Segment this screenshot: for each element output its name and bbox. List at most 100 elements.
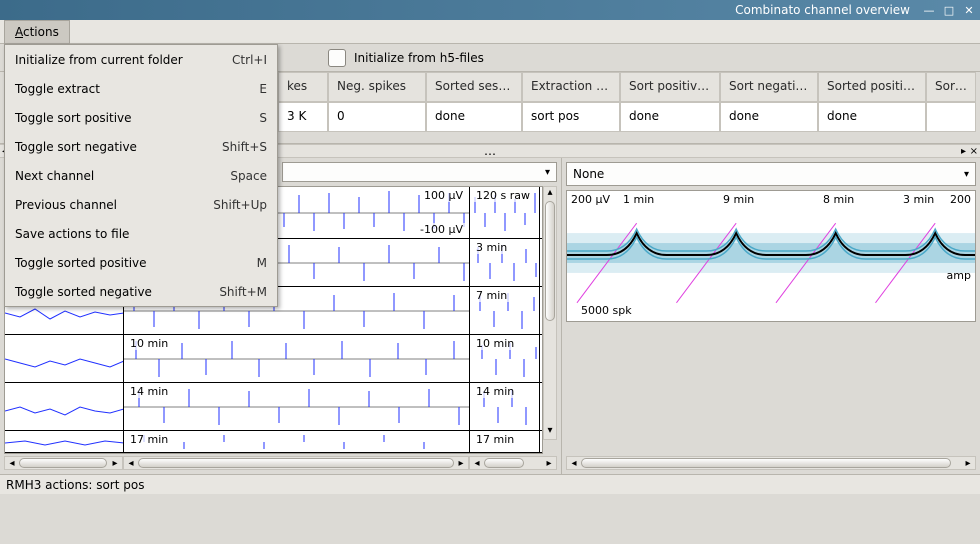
td-sort-negative: done — [720, 102, 818, 132]
uv-label-neg: -100 µV — [418, 223, 465, 236]
chevron-down-icon[interactable]: ▾ — [544, 425, 556, 439]
dd-label: Toggle extract — [15, 82, 259, 96]
raw-label: 120 s raw — [474, 189, 532, 202]
mini-time-label: 3 min — [474, 241, 509, 254]
td-spikes: 3 K — [278, 102, 328, 132]
dd-toggle-sorted-negative[interactable]: Toggle sorted negative Shift+M — [5, 277, 277, 306]
time-label: 17 min — [128, 433, 170, 446]
dd-shortcut: E — [259, 82, 267, 96]
mini-time-label: 17 min — [474, 433, 516, 446]
dd-shortcut: Shift+S — [222, 140, 267, 154]
spk-count-label: 5000 spk — [581, 304, 632, 317]
dd-label: Save actions to file — [15, 227, 267, 241]
actions-menu[interactable]: Actions — [4, 20, 70, 44]
th-sorted-session[interactable]: Sorted session — [426, 72, 522, 102]
maximize-icon[interactable]: □ — [942, 3, 956, 17]
init-h5-label: Initialize from h5-files — [354, 51, 484, 65]
status-text: RMH3 actions: sort pos — [6, 478, 144, 492]
menu-bar: Actions — [0, 20, 980, 44]
waveform-icon — [5, 431, 123, 452]
chevron-up-icon[interactable]: ▴ — [544, 187, 556, 201]
dd-next-channel[interactable]: Next channel Space — [5, 161, 277, 190]
chevron-right-icon[interactable]: ▸ — [961, 146, 966, 157]
dd-toggle-sorted-positive[interactable]: Toggle sorted positive M — [5, 248, 277, 277]
title-bar: Combinato channel overview — □ ✕ — [0, 0, 980, 20]
right-combo[interactable]: None ▾ — [566, 162, 976, 186]
time-label: 14 min — [128, 385, 170, 398]
spike-trace-icon — [124, 383, 469, 430]
th-sorted-positive[interactable]: Sorted positive — [818, 72, 926, 102]
dd-label: Initialize from current folder — [15, 53, 232, 67]
mini-time-label: 10 min — [474, 337, 516, 350]
waveform-icon — [5, 335, 123, 382]
amp-label: amp — [947, 269, 971, 282]
chevron-left-icon[interactable]: ◂ — [470, 458, 484, 469]
dd-shortcut: Shift+Up — [213, 198, 267, 212]
spike-trace-icon — [124, 335, 469, 382]
dd-label: Next channel — [15, 169, 230, 183]
left-hscroll-1[interactable]: ◂▸ — [4, 456, 123, 470]
dd-shortcut: M — [257, 256, 267, 270]
chevron-left-icon[interactable]: ◂ — [567, 458, 581, 469]
dd-shortcut: S — [259, 111, 267, 125]
chevron-down-icon: ▾ — [964, 169, 969, 180]
mini-time-label: 7 min — [474, 289, 509, 302]
right-plot-area[interactable]: 200 µV 1 min 9 min 8 min 3 min 200 amp 5… — [566, 190, 976, 322]
dd-toggle-sort-positive[interactable]: Toggle sort positive S — [5, 103, 277, 132]
left-hscroll-2[interactable]: ◂▸ — [123, 456, 469, 470]
chevron-right-icon[interactable]: ▸ — [108, 458, 122, 469]
minimize-icon[interactable]: — — [922, 3, 936, 17]
dd-label: Toggle sorted positive — [15, 256, 257, 270]
th-extraction-action[interactable]: Extraction act — [522, 72, 620, 102]
dd-shortcut: Space — [230, 169, 267, 183]
actions-menu-label: ctions — [23, 25, 59, 39]
right-combo-value: None — [573, 167, 604, 181]
density-plot-icon — [567, 191, 975, 321]
dd-shortcut: Ctrl+I — [232, 53, 267, 67]
dd-toggle-extract[interactable]: Toggle extract E — [5, 74, 277, 103]
right-hscroll[interactable]: ◂ ▸ — [566, 456, 976, 470]
chevron-right-icon[interactable]: ▸ — [454, 458, 468, 469]
close-icon[interactable]: × — [970, 146, 978, 157]
dd-shortcut: Shift+M — [219, 285, 267, 299]
th-sort-negative[interactable]: Sort negative — [720, 72, 818, 102]
td-sort-positive: done — [620, 102, 720, 132]
close-icon[interactable]: ✕ — [962, 3, 976, 17]
left-combo[interactable]: ▾ — [282, 162, 557, 182]
left-vscroll[interactable]: ▴ ▾ — [543, 186, 557, 440]
chevron-right-icon[interactable]: ▸ — [961, 458, 975, 469]
th-spikes[interactable]: kes — [278, 72, 328, 102]
td-sorted-positive: done — [818, 102, 926, 132]
chevron-left-icon[interactable]: ◂ — [5, 458, 19, 469]
td-neg-spikes: 0 — [328, 102, 426, 132]
yaxis-top-label: 200 µV — [571, 193, 610, 206]
dd-initialize-folder[interactable]: Initialize from current folder Ctrl+I — [5, 45, 277, 74]
th-neg-spikes[interactable]: Neg. spikes — [328, 72, 426, 102]
actions-dropdown: Initialize from current folder Ctrl+I To… — [4, 44, 278, 307]
dd-label: Previous channel — [15, 198, 213, 212]
right-pane: None ▾ 200 µV 1 min — [562, 158, 980, 474]
left-hscroll-3[interactable]: ◂▸ — [469, 456, 557, 470]
dd-save-actions[interactable]: Save actions to file — [5, 219, 277, 248]
ellipsis-label: … — [484, 144, 496, 158]
th-sorted-negative[interactable]: Sorted — [926, 72, 976, 102]
tick-label: 8 min — [823, 193, 854, 206]
uv-label-pos: 100 µV — [422, 189, 465, 202]
td-sorted-session: done — [426, 102, 522, 132]
dd-toggle-sort-negative[interactable]: Toggle sort negative Shift+S — [5, 132, 277, 161]
tick-label: 3 min — [903, 193, 934, 206]
init-h5-checkbox[interactable] — [328, 49, 346, 67]
tick-label: 1 min — [623, 193, 654, 206]
status-bar: RMH3 actions: sort pos — [0, 474, 980, 494]
chevron-right-icon[interactable]: ▸ — [542, 458, 556, 469]
mini-time-label: 14 min — [474, 385, 516, 398]
chevron-left-icon[interactable]: ◂ — [124, 458, 138, 469]
th-sort-positive[interactable]: Sort positive a — [620, 72, 720, 102]
td-extraction-action: sort pos — [522, 102, 620, 132]
spike-trace-icon — [124, 431, 469, 452]
dd-label: Toggle sort positive — [15, 111, 259, 125]
dd-label: Toggle sorted negative — [15, 285, 219, 299]
yaxis-bot-label: 200 — [950, 193, 971, 206]
td-sorted-negative — [926, 102, 976, 132]
dd-previous-channel[interactable]: Previous channel Shift+Up — [5, 190, 277, 219]
